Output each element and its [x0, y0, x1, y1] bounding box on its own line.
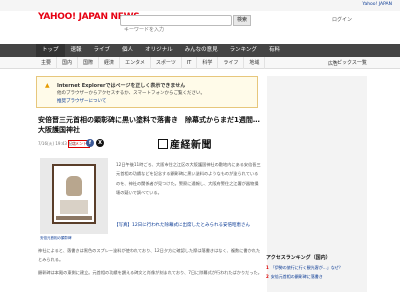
ranking-item[interactable]: 1 「伊勢の旅行に行く観光客が…」なぜ？ [266, 264, 366, 271]
publisher-name: 産経新聞 [170, 140, 212, 151]
photo-caption: 安倍元首相の顕彰碑 [40, 236, 72, 240]
facebook-share-icon[interactable]: f [86, 139, 94, 147]
article-headline: 安倍晋三元首相の顕彰碑に黒い塗料で落書き 除幕式からまだ1週間…大阪護国神社 [38, 116, 260, 134]
recommended-browsers-link[interactable]: 推奨ブラウザーについて [57, 98, 106, 104]
category-life[interactable]: ライフ [218, 57, 245, 69]
article-photo[interactable] [40, 158, 108, 234]
x-share-icon[interactable]: X [96, 139, 104, 147]
memorial-monument-image [52, 164, 96, 224]
ranking-text: 「伊勢の旅行に行く観光客が…」なぜ？ [270, 265, 343, 270]
warning-title: Internet Explorerではページを正しく表示できません [57, 83, 186, 89]
publisher-logo: 産経新聞 [158, 136, 212, 151]
nav-tab-top[interactable]: トップ [36, 44, 65, 57]
article-paragraph: 顕彰碑は本殿の東側に建立。元首相の功績を讃える碑文と肖像が刻まれており、7日に除… [38, 270, 262, 275]
warning-icon: ▲ [45, 82, 50, 89]
category-nav: 主要 国内 国際 経済 エンタメ スポーツ IT 科学 ライフ 地域 トピックス… [0, 57, 400, 69]
nav-tab-opinions[interactable]: みんなの意見 [179, 44, 224, 57]
search-box[interactable] [120, 15, 232, 35]
nav-tab-original[interactable]: オリジナル [139, 44, 179, 57]
category-science[interactable]: 科学 [197, 57, 219, 69]
search-input[interactable] [121, 25, 231, 35]
ad-label: 広告 [328, 61, 339, 67]
monument-base-shape [56, 216, 92, 220]
article-paragraph: 神社によると、落書きは黒色のスプレー塗料が使われており、12日夕方に確認した際は… [38, 248, 261, 262]
portrait-shape [66, 176, 82, 196]
nav-tab-ranking[interactable]: ランキング [224, 44, 263, 57]
category-entertainment[interactable]: エンタメ [120, 57, 151, 69]
category-main[interactable]: 主要 [36, 57, 58, 69]
nav-tab-breaking[interactable]: 速報 [65, 44, 88, 57]
category-local[interactable]: 地域 [244, 57, 266, 69]
category-domestic[interactable]: 国内 [57, 57, 79, 69]
nav-tab-paid[interactable]: 有料 [263, 44, 286, 57]
related-photo-link[interactable]: 【写真】12日に行われた除幕式に出席したとみられる安倍昭恵さん [114, 222, 260, 229]
publisher-mark-icon [158, 139, 168, 149]
inscription-shape [60, 200, 88, 214]
search-button[interactable]: 検索 [233, 15, 251, 26]
nav-tab-individual[interactable]: 個人 [116, 44, 139, 57]
ranking-item[interactable]: 2 安倍元首相の顕彰碑に落書き [266, 273, 366, 280]
login-link[interactable]: ログイン [332, 16, 352, 23]
category-it[interactable]: IT [182, 57, 198, 69]
ranking-number: 2 [266, 274, 269, 279]
nav-tab-live[interactable]: ライブ [88, 44, 117, 57]
main-nav: トップ 速報 ライブ 個人 オリジナル みんなの意見 ランキング 有料 [0, 44, 400, 57]
category-economy[interactable]: 経済 [99, 57, 121, 69]
article-lead: 12日午後11時ごろ、大阪市住之江区の大阪護国神社の敷地内にある安倍晋三元首相の… [116, 162, 261, 196]
access-ranking-title: アクセスランキング（国内） [266, 255, 331, 261]
warning-body: 他のブラウザーからアクセスするか、スマートフォンからご覧ください。 [57, 91, 206, 96]
browser-warning: ▲ Internet Explorerではページを正しく表示できません 他のブラ… [36, 76, 258, 108]
category-international[interactable]: 国際 [78, 57, 100, 69]
ranking-number: 1 [266, 265, 269, 270]
category-sports[interactable]: スポーツ [151, 57, 182, 69]
utility-links[interactable]: Yahoo! JAPAN [362, 2, 392, 7]
top-utility-bar: Yahoo! JAPAN [0, 0, 400, 11]
access-ranking-list: 1 「伊勢の旅行に行く観光客が…」なぜ？ 2 安倍元首相の顕彰碑に落書き [266, 264, 366, 282]
ranking-text: 安倍元首相の顕彰碑に落書き [270, 274, 323, 279]
